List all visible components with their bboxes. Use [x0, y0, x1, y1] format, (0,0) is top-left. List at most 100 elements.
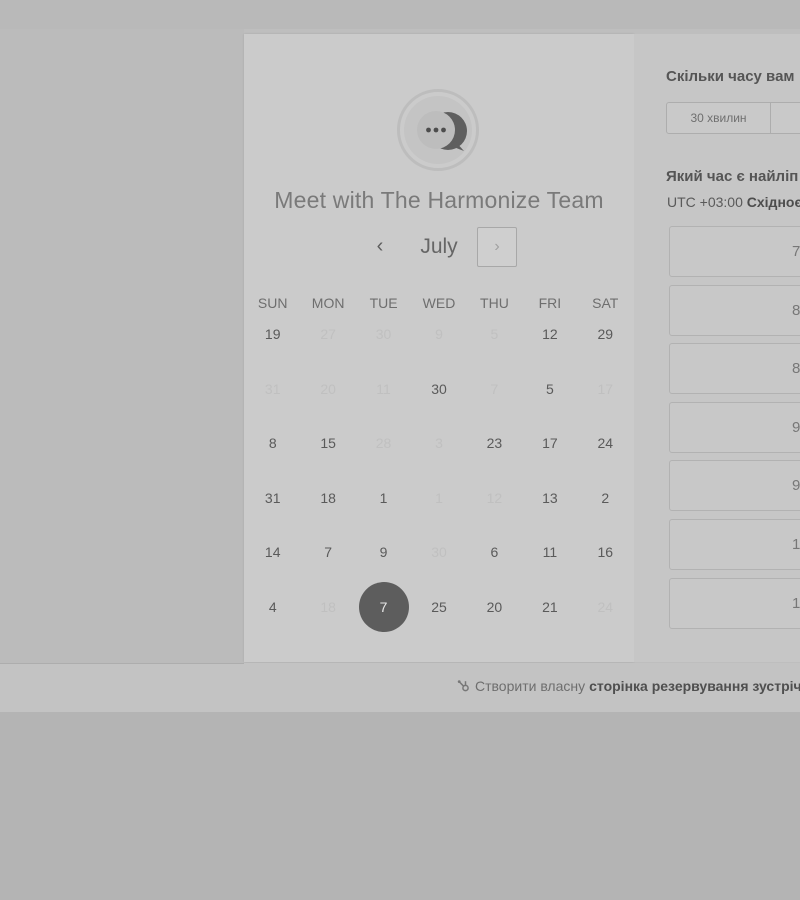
calendar-day-number: 24 [597, 598, 614, 615]
calendar-day[interactable]: 31 [245, 471, 300, 526]
duration-options: 30 хвилин [666, 102, 800, 134]
calendar-day-number: 12 [486, 489, 503, 506]
calendar-day-number: 20 [320, 380, 336, 397]
calendar-day-number: 30 [375, 326, 392, 343]
time-slot-button[interactable]: 10 [669, 519, 800, 570]
calendar-day: 31 [245, 362, 300, 417]
calendar-day-grid: 19 27 30 9 5 12 29 31 20 11 30 7 5 17 8 15 28 3 23 17 24 31 18… [245, 307, 633, 634]
meeting-title: Meet with The Harmonize Team [274, 187, 604, 213]
calendar-day-number: 25 [431, 598, 447, 615]
create-booking-page-link[interactable]: сторінка резервування зустріче [589, 678, 800, 694]
calendar-day: 24 [578, 580, 633, 635]
calendar-day[interactable]: 15 [300, 416, 355, 471]
calendar-day-number: 9 [379, 544, 388, 561]
time-slot-button[interactable]: 8 [669, 343, 800, 395]
calendar-day-number: 24 [597, 435, 614, 452]
calendar-day-number: 2 [601, 489, 610, 506]
calendar-day-number: 7 [324, 544, 333, 561]
calendar-day: 28 [356, 416, 411, 471]
calendar-day-number: 19 [264, 326, 281, 343]
timezone-name: Східноє [746, 194, 800, 210]
calendar-day: 11 [356, 362, 411, 417]
calendar-day-number: 31 [264, 489, 281, 506]
calendar-day[interactable]: 23 [467, 416, 522, 471]
calendar-day-number: 4 [268, 598, 277, 615]
time-slot-label: 8 [792, 360, 800, 378]
calendar-day[interactable]: 2 [578, 471, 633, 526]
calendar-day-number: 8 [268, 435, 277, 452]
calendar-day[interactable]: 29 [578, 307, 633, 362]
calendar-day: 18 [300, 580, 355, 635]
calendar-day-number: 5 [490, 326, 499, 343]
calendar-day-number: 21 [542, 598, 558, 615]
calendar-day[interactable]: 18 [300, 471, 355, 526]
calendar-day[interactable]: 25 [411, 580, 466, 635]
time-slot-button[interactable]: 10 [669, 577, 800, 629]
calendar-day: 30 [411, 525, 466, 580]
page-left-area [0, 29, 244, 663]
hubspot-sprocket-icon [457, 680, 469, 692]
calendar-day[interactable]: 14 [245, 525, 300, 580]
calendar-day[interactable]: 21 [522, 580, 577, 635]
calendar-day-selected[interactable]: 7 [356, 580, 411, 635]
calendar-day[interactable]: 6 [467, 525, 522, 580]
duration-option-other[interactable] [771, 102, 800, 134]
calendar-day: 17 [578, 362, 633, 417]
calendar-day-number: 29 [597, 326, 614, 343]
duration-option-30[interactable]: 30 хвилин [666, 102, 771, 134]
browser-top-strip [0, 0, 800, 29]
calendar-day[interactable]: 30 [411, 362, 466, 417]
calendar-day: 1 [411, 471, 466, 526]
calendar-day-number: 1 [379, 489, 388, 506]
chat-bubble-avatar-icon [404, 96, 472, 164]
time-slot-button[interactable]: 9 [669, 460, 800, 512]
calendar-day-number: 12 [542, 326, 558, 343]
timezone-selector[interactable]: UTC +03:00 Східноє [667, 194, 800, 210]
timezone-offset: UTC +03:00 [667, 194, 743, 210]
calendar-day: 27 [300, 307, 355, 362]
time-selection-panel: Скільки часу вам 30 хвилин Який час є на… [634, 34, 800, 662]
calendar-day: 20 [300, 362, 355, 417]
time-slot-label: 10 [792, 594, 800, 612]
calendar-day[interactable]: 7 [300, 525, 355, 580]
calendar-day-number: 16 [597, 544, 614, 561]
calendar-day[interactable]: 17 [522, 416, 577, 471]
calendar-day: 5 [467, 307, 522, 362]
calendar-day-number: 1 [435, 489, 443, 506]
calendar-day-number: 17 [542, 435, 558, 452]
calendar-day-number: 23 [486, 435, 503, 452]
calendar-day-number: 3 [435, 435, 443, 452]
footer-prefix: Створити власну [475, 678, 586, 694]
calendar-day[interactable]: 1 [356, 471, 411, 526]
calendar-day-number: 7 [490, 380, 499, 397]
calendar-day[interactable]: 4 [245, 580, 300, 635]
calendar-day[interactable]: 12 [522, 307, 577, 362]
calendar-day-number: 30 [431, 544, 447, 561]
calendar-day-number: 6 [490, 544, 499, 561]
calendar-day[interactable]: 5 [522, 362, 577, 417]
time-slot-button[interactable]: 8 [669, 284, 800, 336]
calendar-day[interactable]: 24 [578, 416, 633, 471]
time-slot-button[interactable]: 9 [669, 401, 800, 453]
calendar-day: 12 [467, 471, 522, 526]
calendar-day: 7 [467, 362, 522, 417]
calendar-day-number: 7 [358, 581, 409, 632]
calendar-day: 3 [411, 416, 466, 471]
calendar-day-number: 18 [320, 598, 336, 615]
calendar-day[interactable]: 19 [245, 307, 300, 362]
booking-calendar-card: Meet with The Harmonize Team ‹ July › SU… [244, 34, 634, 662]
calendar-day-number: 20 [486, 598, 503, 615]
time-slot-label: 10 [792, 536, 800, 553]
previous-month-button[interactable]: ‹ [369, 232, 391, 260]
calendar-day-number: 18 [320, 489, 336, 506]
calendar-day[interactable]: 8 [245, 416, 300, 471]
time-slot-label: 9 [792, 418, 800, 436]
time-slot-button[interactable]: 7 [669, 226, 800, 277]
calendar-day[interactable]: 9 [356, 525, 411, 580]
calendar-day[interactable]: 11 [522, 525, 577, 580]
calendar-day[interactable]: 20 [467, 580, 522, 635]
next-month-button[interactable]: › [477, 227, 517, 267]
calendar-day-number: 11 [542, 544, 558, 561]
calendar-day[interactable]: 16 [578, 525, 633, 580]
calendar-day[interactable]: 13 [522, 471, 577, 526]
